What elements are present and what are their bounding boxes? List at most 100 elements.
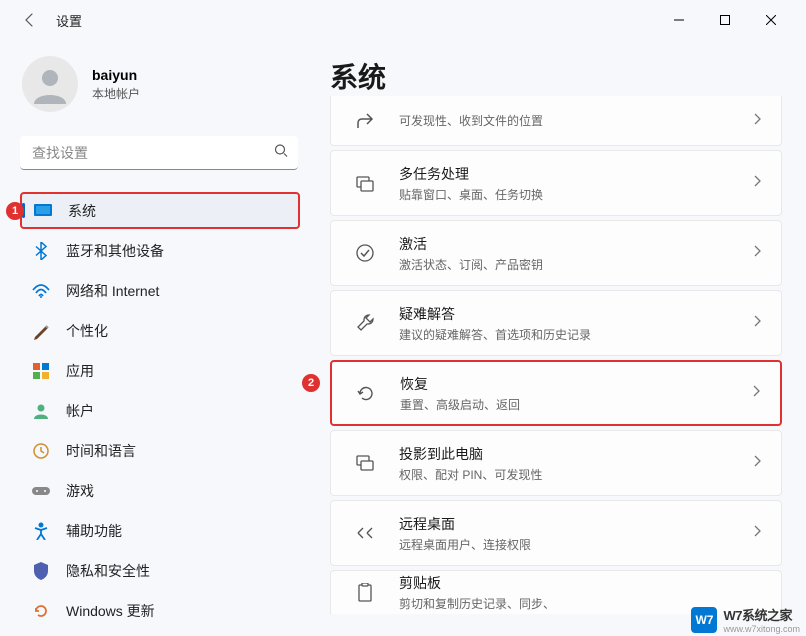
watermark-logo: W7 [691, 607, 717, 633]
privacy-icon [32, 562, 50, 580]
person-icon [30, 64, 70, 104]
card-title: 远程桌面 [399, 514, 753, 534]
projecting-icon [351, 449, 379, 477]
sidebar-item-label: 蓝牙和其他设备 [66, 241, 164, 261]
maximize-button[interactable] [702, 4, 748, 36]
sidebar-item-label: 个性化 [66, 321, 108, 341]
card-subtitle: 激活状态、订阅、产品密钥 [399, 256, 753, 273]
sidebar-item-time[interactable]: 时间和语言 [20, 432, 300, 469]
card-text: 投影到此电脑 权限、配对 PIN、可发现性 [399, 444, 753, 483]
bluetooth-icon [32, 242, 50, 260]
search-icon [274, 144, 288, 163]
sidebar-item-account[interactable]: 帐户 [20, 392, 300, 429]
nav-list: 系统 蓝牙和其他设备 网络和 Internet 个性化 应用 [20, 192, 300, 629]
share-icon [351, 107, 379, 135]
page-title: 系统 [330, 56, 782, 96]
card-text: 远程桌面 远程桌面用户、连接权限 [399, 514, 753, 553]
sidebar-item-network[interactable]: 网络和 Internet [20, 272, 300, 309]
main-panel: 系统 可发现性、收到文件的位置 多任务处理 贴靠窗口、桌面、任务切换 [310, 40, 806, 636]
profile-subtitle: 本地帐户 [92, 85, 140, 102]
card-title: 剪贴板 [399, 573, 761, 593]
sidebar-item-privacy[interactable]: 隐私和安全性 [20, 552, 300, 589]
accessibility-icon [32, 522, 50, 540]
chevron-right-icon [753, 174, 761, 192]
card-text: 多任务处理 贴靠窗口、桌面、任务切换 [399, 164, 753, 203]
personalize-icon [32, 322, 50, 340]
card-activation[interactable]: 激活 激活状态、订阅、产品密钥 [330, 220, 782, 286]
card-title: 投影到此电脑 [399, 444, 753, 464]
watermark: W7 W7系统之家 www.w7xitong.com [691, 605, 800, 634]
system-icon [34, 202, 52, 220]
profile-info: baiyun 本地帐户 [92, 67, 140, 102]
search-box [20, 136, 298, 170]
sidebar-item-label: 网络和 Internet [66, 281, 159, 301]
titlebar-left: 设置 [20, 10, 82, 30]
card-subtitle: 重置、高级启动、返回 [400, 396, 752, 413]
multitasking-icon [351, 169, 379, 197]
apps-icon [32, 362, 50, 380]
chevron-right-icon [753, 244, 761, 262]
titlebar: 设置 [0, 0, 806, 40]
chevron-right-icon [753, 524, 761, 542]
card-subtitle: 权限、配对 PIN、可发现性 [399, 466, 753, 483]
annotation-badge-2: 2 [302, 374, 320, 392]
network-icon [32, 282, 50, 300]
account-icon [32, 402, 50, 420]
chevron-right-icon [753, 112, 761, 130]
minimize-icon [674, 15, 684, 25]
sidebar-item-accessibility[interactable]: 辅助功能 [20, 512, 300, 549]
recovery-icon [352, 379, 380, 407]
chevron-right-icon [752, 384, 760, 402]
avatar [22, 56, 78, 112]
sidebar-item-bluetooth[interactable]: 蓝牙和其他设备 [20, 232, 300, 269]
card-title: 恢复 [400, 374, 752, 394]
card-nearby-sharing[interactable]: 可发现性、收到文件的位置 [330, 96, 782, 146]
card-multitasking[interactable]: 多任务处理 贴靠窗口、桌面、任务切换 [330, 150, 782, 216]
card-text: 激活 激活状态、订阅、产品密钥 [399, 234, 753, 273]
close-button[interactable] [748, 4, 794, 36]
sidebar-item-label: 辅助功能 [66, 521, 122, 541]
watermark-url: www.w7xitong.com [723, 624, 800, 634]
sidebar-item-label: 系统 [68, 201, 96, 221]
card-projecting[interactable]: 投影到此电脑 权限、配对 PIN、可发现性 [330, 430, 782, 496]
watermark-text: W7系统之家 www.w7xitong.com [723, 605, 800, 634]
chevron-right-icon [753, 454, 761, 472]
card-title: 激活 [399, 234, 753, 254]
remote-desktop-icon [351, 519, 379, 547]
activation-icon [351, 239, 379, 267]
sidebar-item-label: 游戏 [66, 481, 94, 501]
card-subtitle: 贴靠窗口、桌面、任务切换 [399, 186, 753, 203]
chevron-right-icon [753, 314, 761, 332]
card-remote-desktop[interactable]: 远程桌面 远程桌面用户、连接权限 [330, 500, 782, 566]
arrow-left-icon [22, 12, 38, 28]
sidebar-item-apps[interactable]: 应用 [20, 352, 300, 389]
annotation-badge-1: 1 [6, 202, 24, 220]
minimize-button[interactable] [656, 4, 702, 36]
sidebar-item-label: 应用 [66, 361, 94, 381]
window-controls [656, 4, 794, 36]
app-title: 设置 [56, 11, 82, 30]
maximize-icon [720, 15, 730, 25]
sidebar-item-label: 时间和语言 [66, 441, 136, 461]
sidebar-item-personalize[interactable]: 个性化 [20, 312, 300, 349]
card-subtitle: 可发现性、收到文件的位置 [399, 112, 753, 129]
clipboard-icon [351, 579, 379, 607]
sidebar-item-system[interactable]: 系统 [20, 192, 300, 229]
card-title: 疑难解答 [399, 304, 753, 324]
sidebar-item-gaming[interactable]: 游戏 [20, 472, 300, 509]
sidebar-item-update[interactable]: Windows 更新 [20, 592, 300, 629]
sidebar: baiyun 本地帐户 系统 蓝牙和其他设备 网络 [0, 40, 310, 636]
back-button[interactable] [20, 10, 40, 30]
card-troubleshoot[interactable]: 疑难解答 建议的疑难解答、首选项和历史记录 [330, 290, 782, 356]
sidebar-item-label: Windows 更新 [66, 601, 155, 621]
gaming-icon [32, 482, 50, 500]
profile-name: baiyun [92, 67, 140, 83]
card-title: 多任务处理 [399, 164, 753, 184]
troubleshoot-icon [351, 309, 379, 337]
card-recovery[interactable]: 恢复 重置、高级启动、返回 [330, 360, 782, 426]
card-text: 恢复 重置、高级启动、返回 [400, 374, 752, 413]
time-icon [32, 442, 50, 460]
profile[interactable]: baiyun 本地帐户 [20, 56, 300, 112]
search-input[interactable] [20, 136, 298, 170]
content: baiyun 本地帐户 系统 蓝牙和其他设备 网络 [0, 40, 806, 636]
